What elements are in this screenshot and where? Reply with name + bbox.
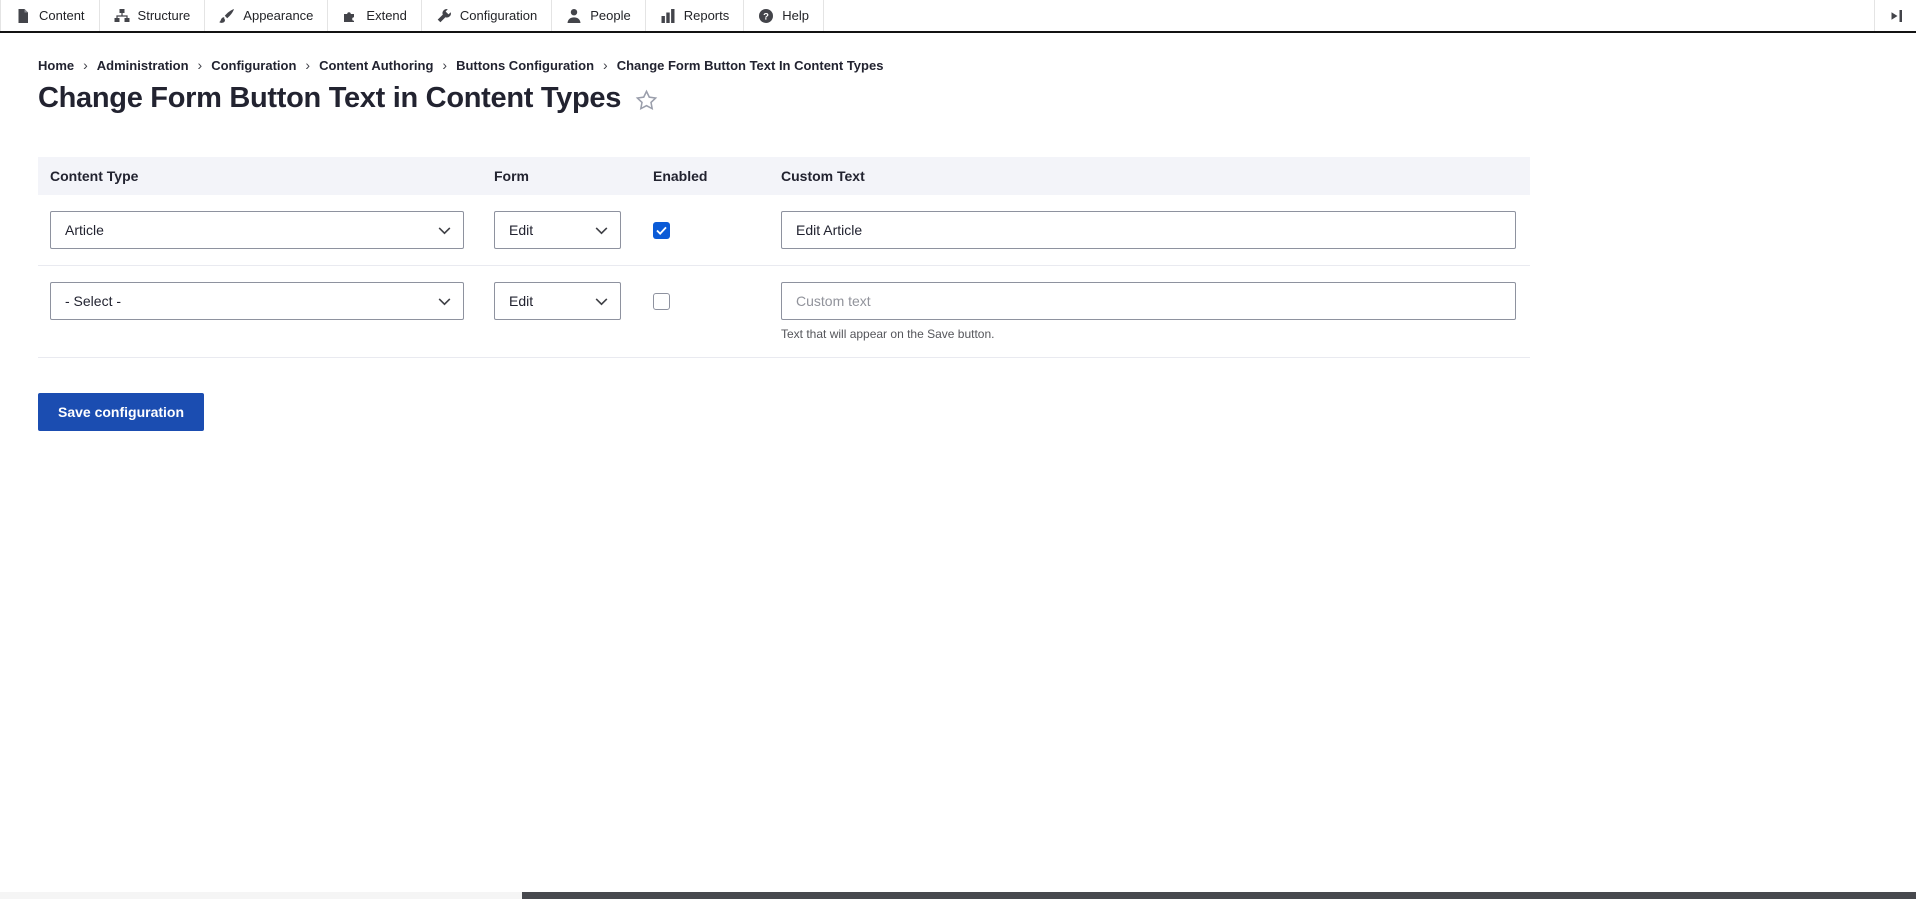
toolbar-item-label: Content <box>39 8 85 23</box>
toolbar-item-reports[interactable]: Reports <box>646 0 745 31</box>
table-row: - Select - Edit Text that <box>38 266 1530 358</box>
content-type-select[interactable]: Article <box>50 211 464 249</box>
toolbar-item-label: Structure <box>137 8 191 23</box>
select-value: Article <box>65 222 104 238</box>
custom-text-input[interactable] <box>781 282 1516 320</box>
breadcrumb-separator: › <box>442 57 448 73</box>
field-description: Text that will appear on the Save button… <box>781 327 995 341</box>
breadcrumb-link-administration[interactable]: Administration <box>97 58 189 73</box>
enabled-checkbox[interactable] <box>653 293 670 310</box>
toolbar-item-help[interactable]: ? Help <box>744 0 824 31</box>
sitemap-icon <box>114 8 130 24</box>
toolbar-item-label: Extend <box>366 8 407 23</box>
column-header-form: Form <box>494 168 529 184</box>
custom-text-cell <box>769 211 1530 249</box>
breadcrumb-separator: › <box>197 57 203 73</box>
custom-text-input[interactable] <box>781 211 1516 249</box>
toolbar-item-people[interactable]: People <box>552 0 646 31</box>
enabled-checkbox[interactable] <box>653 222 670 239</box>
breadcrumb-link-configuration[interactable]: Configuration <box>211 58 296 73</box>
breadcrumb-separator: › <box>83 57 88 73</box>
content-type-cell: - Select - <box>38 282 482 320</box>
breadcrumb-separator: › <box>603 57 608 73</box>
wrench-icon <box>436 8 452 24</box>
toolbar-item-label: Reports <box>683 8 730 23</box>
breadcrumb: Home › Administration › Configuration › … <box>38 57 1530 73</box>
toolbar-item-configuration[interactable]: Configuration <box>422 0 553 31</box>
check-icon <box>656 226 667 235</box>
toolbar-item-structure[interactable]: Structure <box>100 0 206 31</box>
toolbar-item-label: Configuration <box>459 8 538 23</box>
breadcrumb-separator: › <box>305 57 311 73</box>
toolbar-item-extend[interactable]: Extend <box>328 0 422 31</box>
select-value: Edit <box>509 222 534 238</box>
buttons-config-table: Content Type Form Enabled Custom Text Ar… <box>38 157 1530 358</box>
custom-text-cell: Text that will appear on the Save button… <box>769 282 1530 341</box>
chevron-down-icon <box>438 298 451 306</box>
column-header-custom-text: Custom Text <box>781 168 865 184</box>
select-value: Edit <box>509 293 534 309</box>
table-header-row: Content Type Form Enabled Custom Text <box>38 157 1530 195</box>
toolbar-item-label: Appearance <box>243 8 314 23</box>
toolbar-orientation-toggle[interactable] <box>1874 0 1916 31</box>
favorite-star-icon[interactable] <box>635 89 658 112</box>
help-icon: ? <box>758 8 774 24</box>
form-select[interactable]: Edit <box>494 282 621 320</box>
toolbar-item-label: People <box>590 8 631 23</box>
column-header-enabled: Enabled <box>653 168 708 184</box>
enabled-cell <box>641 211 769 239</box>
breadcrumb-link-buttons-configuration[interactable]: Buttons Configuration <box>456 58 594 73</box>
enabled-cell <box>641 282 769 310</box>
content-type-select[interactable]: - Select - <box>50 282 464 320</box>
breadcrumb-current: Change Form Button Text In Content Types <box>616 57 884 73</box>
toolbar-item-content[interactable]: Content <box>0 0 100 31</box>
chevron-down-icon <box>595 227 608 235</box>
page-title: Change Form Button Text in Content Types <box>38 82 622 114</box>
select-value: - Select - <box>65 293 122 309</box>
table-row: Article Edit <box>38 195 1530 266</box>
page-container: Home › Administration › Configuration › … <box>0 33 1530 358</box>
breadcrumb-link-home[interactable]: Home <box>38 58 74 73</box>
form-select[interactable]: Edit <box>494 211 621 249</box>
breadcrumb-link-content-authoring[interactable]: Content Authoring <box>319 58 433 73</box>
form-cell: Edit <box>482 282 641 320</box>
puzzle-icon <box>342 8 358 24</box>
content-type-cell: Article <box>38 211 482 249</box>
save-configuration-button[interactable]: Save configuration <box>38 393 205 431</box>
svg-text:?: ? <box>763 11 769 22</box>
column-header-content-type: Content Type <box>50 168 139 184</box>
person-icon <box>566 8 582 24</box>
paintbrush-icon <box>219 8 235 24</box>
chevron-down-icon <box>438 227 451 235</box>
form-cell: Edit <box>482 211 641 249</box>
document-icon <box>15 8 31 24</box>
toolbar-item-appearance[interactable]: Appearance <box>205 0 329 31</box>
scrollbar-thumb[interactable] <box>522 892 1916 899</box>
bar-chart-icon <box>660 8 676 24</box>
admin-toolbar: Content Structure Appearance Extend Conf… <box>0 0 1916 33</box>
toolbar-item-label: Help <box>782 8 809 23</box>
toolbar-orientation-icon <box>1888 8 1904 24</box>
title-row: Change Form Button Text in Content Types <box>38 82 1530 115</box>
horizontal-scrollbar[interactable] <box>0 892 1916 899</box>
chevron-down-icon <box>595 298 608 306</box>
